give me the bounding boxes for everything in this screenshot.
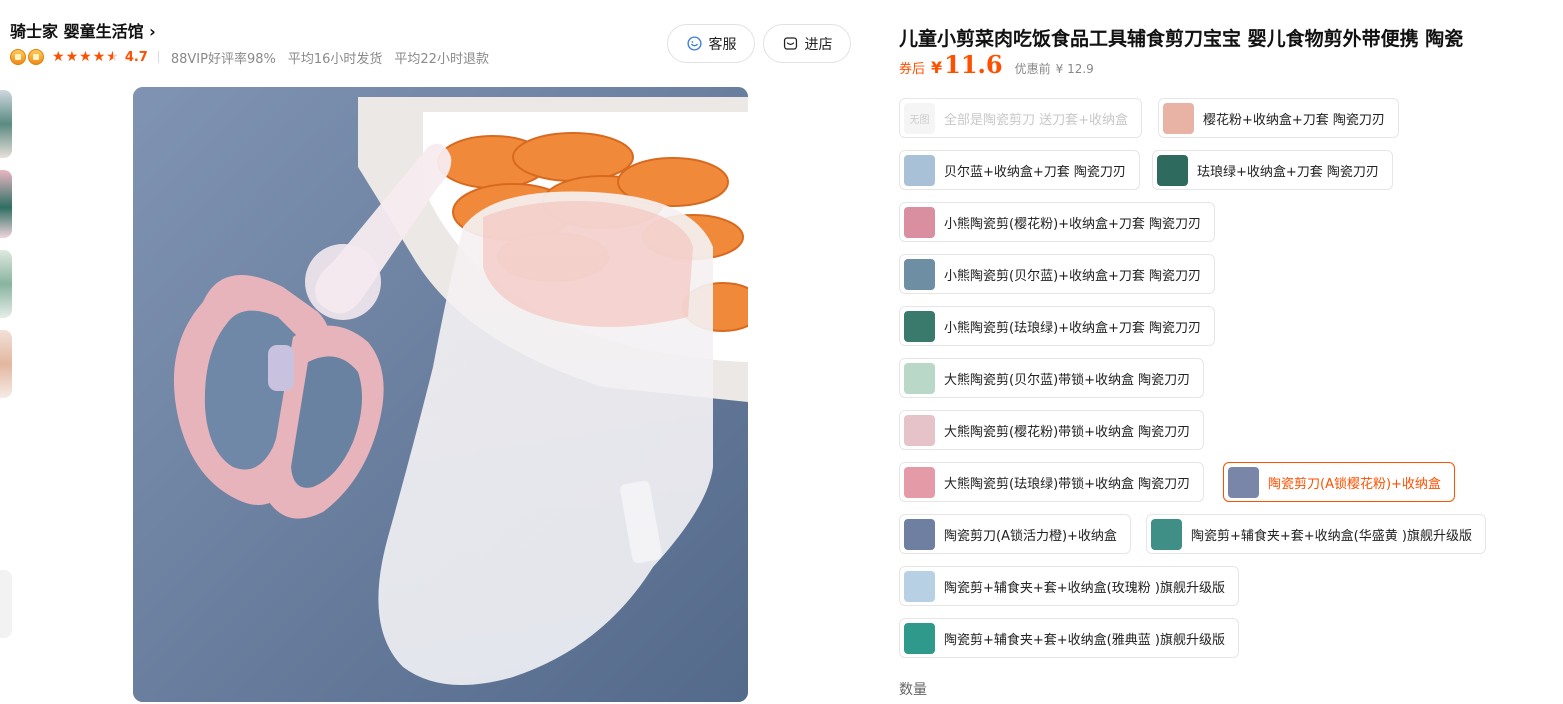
sku-option-label: 陶瓷剪+辅食夹+套+收纳盒(华盛黄 )旗舰升级版 <box>1191 528 1472 544</box>
sku-option-label: 珐琅绿+收纳盒+刀套 陶瓷刀刃 <box>1197 164 1379 180</box>
sku-thumbnail <box>904 518 935 550</box>
thumbnail-3[interactable] <box>0 250 12 318</box>
price-row: 券后 ¥ 11.6 优惠前 ¥ 12.9 <box>899 50 1094 79</box>
sku-option-label: 全部是陶瓷剪刀 送刀套+收纳盒 <box>944 112 1129 128</box>
sku-option-label: 小熊陶瓷剪(樱花粉)+收纳盒+刀套 陶瓷刀刃 <box>944 216 1202 232</box>
sku-option[interactable]: 大熊陶瓷剪(贝尔蓝)带锁+收纳盒 陶瓷刀刃 <box>899 358 1205 398</box>
sku-thumbnail <box>904 466 935 498</box>
sku-thumbnail <box>904 258 935 290</box>
sku-thumbnail <box>904 570 935 602</box>
sku-option-label: 大熊陶瓷剪(贝尔蓝)带锁+收纳盒 陶瓷刀刃 <box>944 372 1191 388</box>
sku-option[interactable]: 大熊陶瓷剪(樱花粉)带锁+收纳盒 陶瓷刀刃 <box>899 410 1205 450</box>
service-smile-icon <box>686 36 702 51</box>
sku-thumbnail <box>904 622 935 654</box>
sku-option[interactable]: 珐琅绿+收纳盒+刀套 陶瓷刀刃 <box>1152 150 1393 190</box>
sku-option[interactable]: 小熊陶瓷剪(贝尔蓝)+收纳盒+刀套 陶瓷刀刃 <box>899 254 1216 294</box>
sidebar-partial-box <box>0 570 12 638</box>
sku-thumbnail <box>904 362 935 394</box>
no-image-placeholder: 无图 <box>904 102 935 134</box>
good-rate: 88VIP好评率98% <box>170 51 276 67</box>
enter-shop-button[interactable]: 进店 <box>763 24 851 63</box>
divider <box>157 51 159 63</box>
shop-icon <box>783 37 797 50</box>
sku-option[interactable]: 陶瓷剪+辅食夹+套+收纳盒(雅典蓝 )旗舰升级版 <box>899 618 1239 658</box>
main-product-image[interactable] <box>133 87 748 702</box>
sku-option-label: 小熊陶瓷剪(珐琅绿)+收纳盒+刀套 陶瓷刀刃 <box>944 320 1202 336</box>
sku-option[interactable]: 陶瓷剪+辅食夹+套+收纳盒(华盛黄 )旗舰升级版 <box>1146 514 1486 554</box>
sku-option-label: 小熊陶瓷剪(贝尔蓝)+收纳盒+刀套 陶瓷刀刃 <box>944 268 1202 284</box>
product-photo-illustration <box>133 87 748 702</box>
thumbnail-1[interactable] <box>0 90 12 158</box>
coupon-label: 券后 <box>899 62 926 77</box>
sku-thumbnail <box>904 154 935 186</box>
sku-thumbnail <box>904 414 935 446</box>
sku-option-label: 贝尔蓝+收纳盒+刀套 陶瓷刀刃 <box>944 164 1126 180</box>
sku-option[interactable]: 小熊陶瓷剪(珐琅绿)+收纳盒+刀套 陶瓷刀刃 <box>899 306 1216 346</box>
store-name-link[interactable]: 骑士家 婴童生活馆 › <box>10 18 156 42</box>
sku-option[interactable]: 樱花粉+收纳盒+刀套 陶瓷刀刃 <box>1158 98 1399 138</box>
sku-option[interactable]: 大熊陶瓷剪(珐琅绿)带锁+收纳盒 陶瓷刀刃 <box>899 462 1205 502</box>
sku-option[interactable]: 陶瓷剪刀(A锁活力橙)+收纳盒 <box>899 514 1131 554</box>
sku-option-label: 陶瓷剪+辅食夹+套+收纳盒(雅典蓝 )旗舰升级版 <box>944 632 1225 648</box>
refund-time: 平均22小时退款 <box>394 51 489 67</box>
sku-thumbnail <box>1151 518 1182 550</box>
customer-service-label: 客服 <box>708 36 737 53</box>
sku-option-selected[interactable]: 陶瓷剪刀(A锁樱花粉)+收纳盒 <box>1223 462 1455 502</box>
currency-symbol: ¥ <box>931 58 943 77</box>
original-price-label: 优惠前 <box>1014 62 1051 76</box>
sku-option-label: 陶瓷剪刀(A锁活力橙)+收纳盒 <box>944 528 1117 544</box>
coupon-price: 11.6 <box>944 50 1003 79</box>
rating-stars-icon: ★ ★ ★ ★ ★ <box>52 49 119 65</box>
product-title: 儿童小剪菜肉吃饭食品工具辅食剪刀宝宝 婴儿食物剪外带便携 陶瓷 <box>899 28 1464 50</box>
rating-value: 4.7 <box>124 49 148 65</box>
ship-time: 平均16小时发货 <box>287 51 383 67</box>
sku-option-label: 大熊陶瓷剪(樱花粉)带锁+收纳盒 陶瓷刀刃 <box>944 424 1191 440</box>
sku-thumbnail <box>904 206 935 238</box>
thumbnail-2[interactable] <box>0 170 12 238</box>
enter-shop-label: 进店 <box>804 36 833 53</box>
sku-option-label: 陶瓷剪刀(A锁樱花粉)+收纳盒 <box>1268 476 1441 492</box>
store-rating-row: ★ ★ ★ ★ ★ 4.7 88VIP好评率98% 平均16小时发货 平均22小时退款 <box>10 47 501 67</box>
thumbnail-4[interactable] <box>0 330 12 398</box>
crown-badge-icon <box>10 49 44 65</box>
customer-service-button[interactable]: 客服 <box>667 24 755 63</box>
sku-thumbnail <box>904 310 935 342</box>
sku-option[interactable]: 陶瓷剪+辅食夹+套+收纳盒(玫瑰粉 )旗舰升级版 <box>899 566 1239 606</box>
sku-option-label: 大熊陶瓷剪(珐琅绿)带锁+收纳盒 陶瓷刀刃 <box>944 476 1191 492</box>
sku-option-label: 陶瓷剪+辅食夹+套+收纳盒(玫瑰粉 )旗舰升级版 <box>944 580 1225 596</box>
sku-option[interactable]: 贝尔蓝+收纳盒+刀套 陶瓷刀刃 <box>899 150 1140 190</box>
sku-option-label: 樱花粉+收纳盒+刀套 陶瓷刀刃 <box>1203 112 1385 128</box>
sku-thumbnail <box>1163 102 1194 134</box>
original-price: ¥ 12.9 <box>1055 62 1094 76</box>
sku-option[interactable]: 无图 全部是陶瓷剪刀 送刀套+收纳盒 <box>899 98 1143 138</box>
sku-option[interactable]: 小熊陶瓷剪(樱花粉)+收纳盒+刀套 陶瓷刀刃 <box>899 202 1216 242</box>
sku-thumbnail <box>1228 466 1259 498</box>
sku-thumbnail <box>1157 154 1188 186</box>
quantity-label: 数量 <box>899 682 927 698</box>
